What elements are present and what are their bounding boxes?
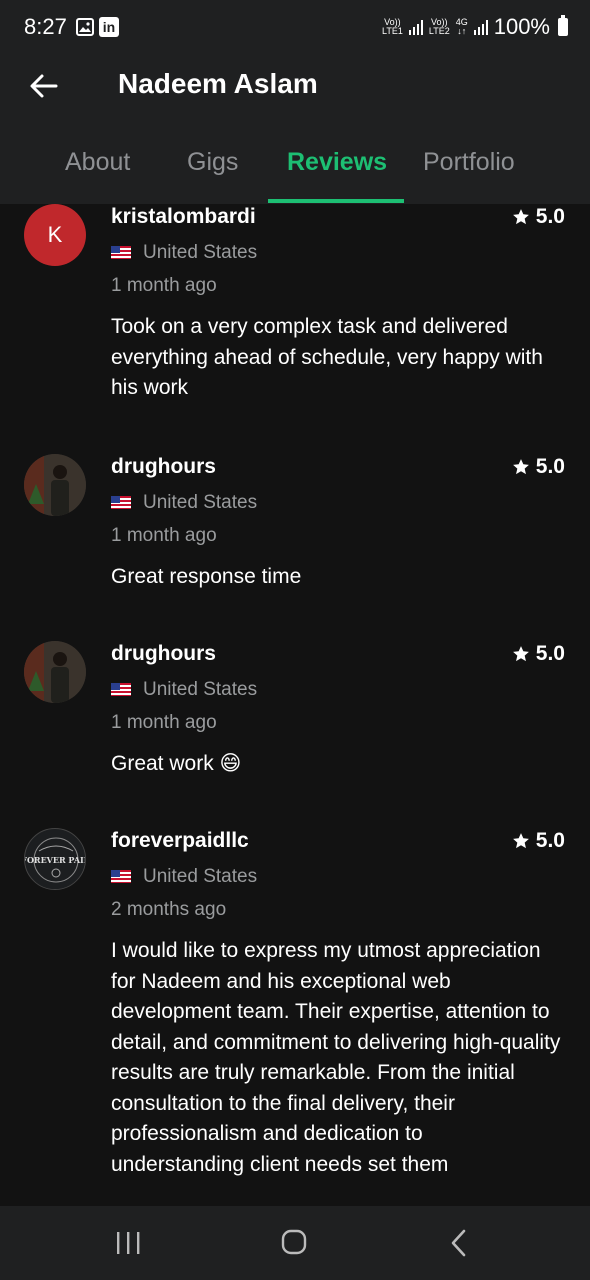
tab-about[interactable]: About — [65, 148, 130, 177]
avatar[interactable] — [24, 454, 86, 516]
review-time: 2 months ago — [111, 899, 227, 920]
rating-value: 5.0 — [535, 205, 565, 228]
review-text: Great work 😄 — [111, 752, 242, 775]
page-title: Nadeem Aslam — [118, 68, 318, 99]
signal-icon — [408, 19, 423, 35]
star-icon — [512, 209, 529, 225]
status-bar: 8:27 in Vo)) LTE1 Vo)) LTE2 4G ↓↑ 100% — [0, 0, 590, 56]
arrow-left-icon[interactable] — [28, 70, 60, 102]
rating-value: 5.0 — [535, 642, 565, 665]
signal-icon-2 — [473, 19, 488, 35]
battery-percent: 100% — [493, 14, 550, 39]
rating-value: 5.0 — [535, 455, 565, 478]
tab-bar: About Gigs Reviews Portfolio — [0, 144, 590, 204]
reviewer-name[interactable]: foreverpaidllc — [111, 829, 249, 853]
review-time: 1 month ago — [111, 712, 217, 733]
recent-apps-icon[interactable] — [108, 1228, 148, 1258]
us-flag-icon — [111, 496, 131, 509]
avatar[interactable]: FOREVER PAID — [24, 828, 86, 890]
us-flag-icon — [111, 246, 131, 259]
review-text: I would like to express my utmost apprec… — [111, 939, 561, 1176]
review-rating: 5.0 — [512, 829, 565, 853]
reviewer-country: United States — [143, 679, 258, 700]
reviewer-name[interactable]: kristalombardi — [111, 205, 256, 229]
reviews-list[interactable]: K kristalombardi 5.0 United States 1 mon… — [0, 204, 590, 1206]
star-icon — [512, 646, 529, 662]
us-flag-icon — [111, 870, 131, 883]
tab-gigs[interactable]: Gigs — [187, 148, 238, 177]
status-indicators: Vo)) LTE1 Vo)) LTE2 4G ↓↑ 100% — [382, 14, 568, 40]
avatar[interactable]: K — [24, 204, 86, 266]
active-tab-indicator — [268, 199, 404, 203]
reviewer-name[interactable]: drughours — [111, 455, 216, 479]
review-time: 1 month ago — [111, 275, 217, 296]
system-nav-bar — [0, 1206, 590, 1280]
review-text: Took on a very complex task and delivere… — [111, 315, 543, 399]
reviewer-name[interactable]: drughours — [111, 642, 216, 666]
back-nav-icon[interactable] — [440, 1228, 480, 1258]
review-rating: 5.0 — [512, 642, 565, 666]
app-bar: Nadeem Aslam About Gigs Reviews Portfoli… — [0, 56, 590, 204]
reviewer-country: United States — [143, 866, 258, 887]
sim2-label: Vo)) LTE2 — [428, 17, 450, 36]
rating-value: 5.0 — [535, 829, 565, 852]
battery-icon — [558, 15, 568, 36]
review-rating: 5.0 — [512, 455, 565, 479]
star-icon — [512, 833, 529, 849]
avatar-photo — [24, 641, 86, 703]
tab-reviews[interactable]: Reviews — [287, 148, 387, 177]
avatar[interactable] — [24, 641, 86, 703]
review-rating: 5.0 — [512, 205, 565, 229]
us-flag-icon — [111, 683, 131, 696]
avatar-photo — [24, 454, 86, 516]
review-time: 1 month ago — [111, 525, 217, 546]
status-time: 8:27 — [24, 14, 67, 39]
logo-text: FOREVER PAID — [25, 855, 86, 865]
linkedin-icon: in — [99, 17, 119, 37]
network-type: 4G ↓↑ — [455, 17, 468, 36]
star-icon — [512, 459, 529, 475]
reviewer-country: United States — [143, 492, 258, 513]
gallery-icon — [76, 18, 94, 36]
home-icon[interactable] — [274, 1228, 314, 1258]
forever-paid-logo: FOREVER PAID — [25, 830, 86, 889]
sim1-label: Vo)) LTE1 — [382, 17, 403, 36]
reviewer-country: United States — [143, 242, 258, 263]
tab-portfolio[interactable]: Portfolio — [423, 148, 515, 177]
review-text: Great response time — [111, 565, 302, 588]
